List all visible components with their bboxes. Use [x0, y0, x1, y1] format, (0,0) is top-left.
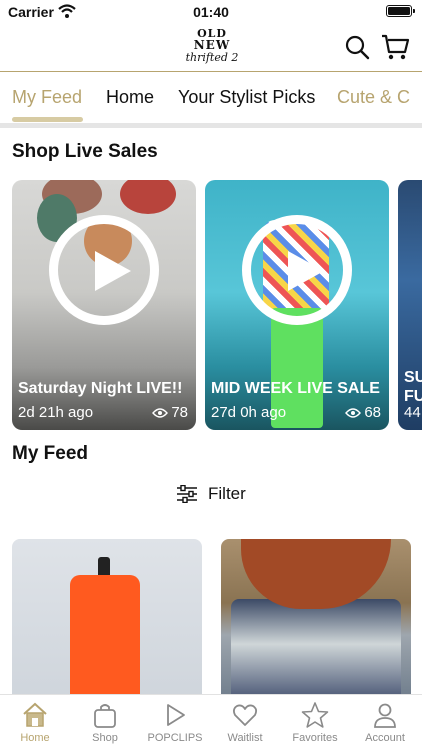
nav-shop[interactable]: Shop: [70, 701, 140, 744]
tab-indicator: [12, 117, 83, 122]
heart-icon: [232, 704, 258, 726]
bottom-nav: Home Shop POPCLIPS Waitlist Favorites Ac…: [0, 694, 422, 750]
cart-icon[interactable]: [380, 32, 410, 62]
play-icon: [167, 704, 185, 726]
nav-waitlist[interactable]: Waitlist: [210, 701, 280, 744]
app-header: OLD NEW thrifted 2: [0, 24, 422, 72]
my-feed-heading: My Feed: [12, 443, 89, 464]
feed-item-card[interactable]: [221, 539, 411, 699]
nav-account[interactable]: Account: [350, 701, 420, 744]
status-time: 01:40: [193, 4, 229, 20]
live-sale-time: 27d 0h ago: [211, 404, 287, 421]
filter-label: Filter: [208, 484, 246, 503]
category-tabs: My Feed Home Your Stylist Picks Cute & C: [0, 73, 422, 123]
live-sales-heading: Shop Live Sales: [12, 141, 158, 162]
tab-my-feed[interactable]: My Feed: [12, 87, 82, 108]
live-sale-title: SU FU: [404, 368, 422, 405]
battery-icon: [386, 5, 415, 17]
tab-stylist-picks[interactable]: Your Stylist Picks: [178, 87, 315, 108]
feed-item-card[interactable]: [12, 539, 202, 699]
nav-favorites[interactable]: Favorites: [280, 701, 350, 744]
live-sale-title: Saturday Night LIVE!!: [18, 380, 183, 397]
status-bar: Carrier 01:40: [0, 0, 422, 24]
live-sale-title: MID WEEK LIVE SALE: [211, 380, 380, 397]
home-icon: [23, 702, 47, 727]
play-button[interactable]: [242, 215, 352, 325]
view-count: 78: [152, 404, 188, 421]
person-icon: [374, 703, 396, 728]
live-sale-time: 44: [404, 404, 421, 421]
nav-popclips[interactable]: POPCLIPS: [140, 701, 210, 744]
star-icon: [301, 702, 329, 728]
search-icon[interactable]: [344, 34, 370, 60]
tab-cute[interactable]: Cute & C: [337, 87, 410, 108]
eye-icon: [152, 407, 169, 418]
live-sale-card[interactable]: Saturday Night LIVE!! 2d 21h ago 78: [12, 180, 196, 430]
filter-button[interactable]: Filter: [176, 484, 246, 504]
filter-sliders-icon: [177, 485, 197, 503]
nav-home[interactable]: Home: [0, 701, 70, 744]
live-sale-card[interactable]: SU FU 44: [398, 180, 422, 430]
play-button[interactable]: [49, 215, 159, 325]
brand-logo[interactable]: OLD NEW thrifted 2: [184, 28, 240, 68]
bag-icon: [94, 704, 116, 728]
tab-home[interactable]: Home: [106, 87, 154, 108]
view-count: 68: [345, 404, 381, 421]
eye-icon: [345, 407, 362, 418]
live-sale-time: 2d 21h ago: [18, 404, 94, 421]
live-sale-card[interactable]: MID WEEK LIVE SALE 27d 0h ago 68: [205, 180, 389, 430]
tabs-divider: [0, 123, 422, 128]
